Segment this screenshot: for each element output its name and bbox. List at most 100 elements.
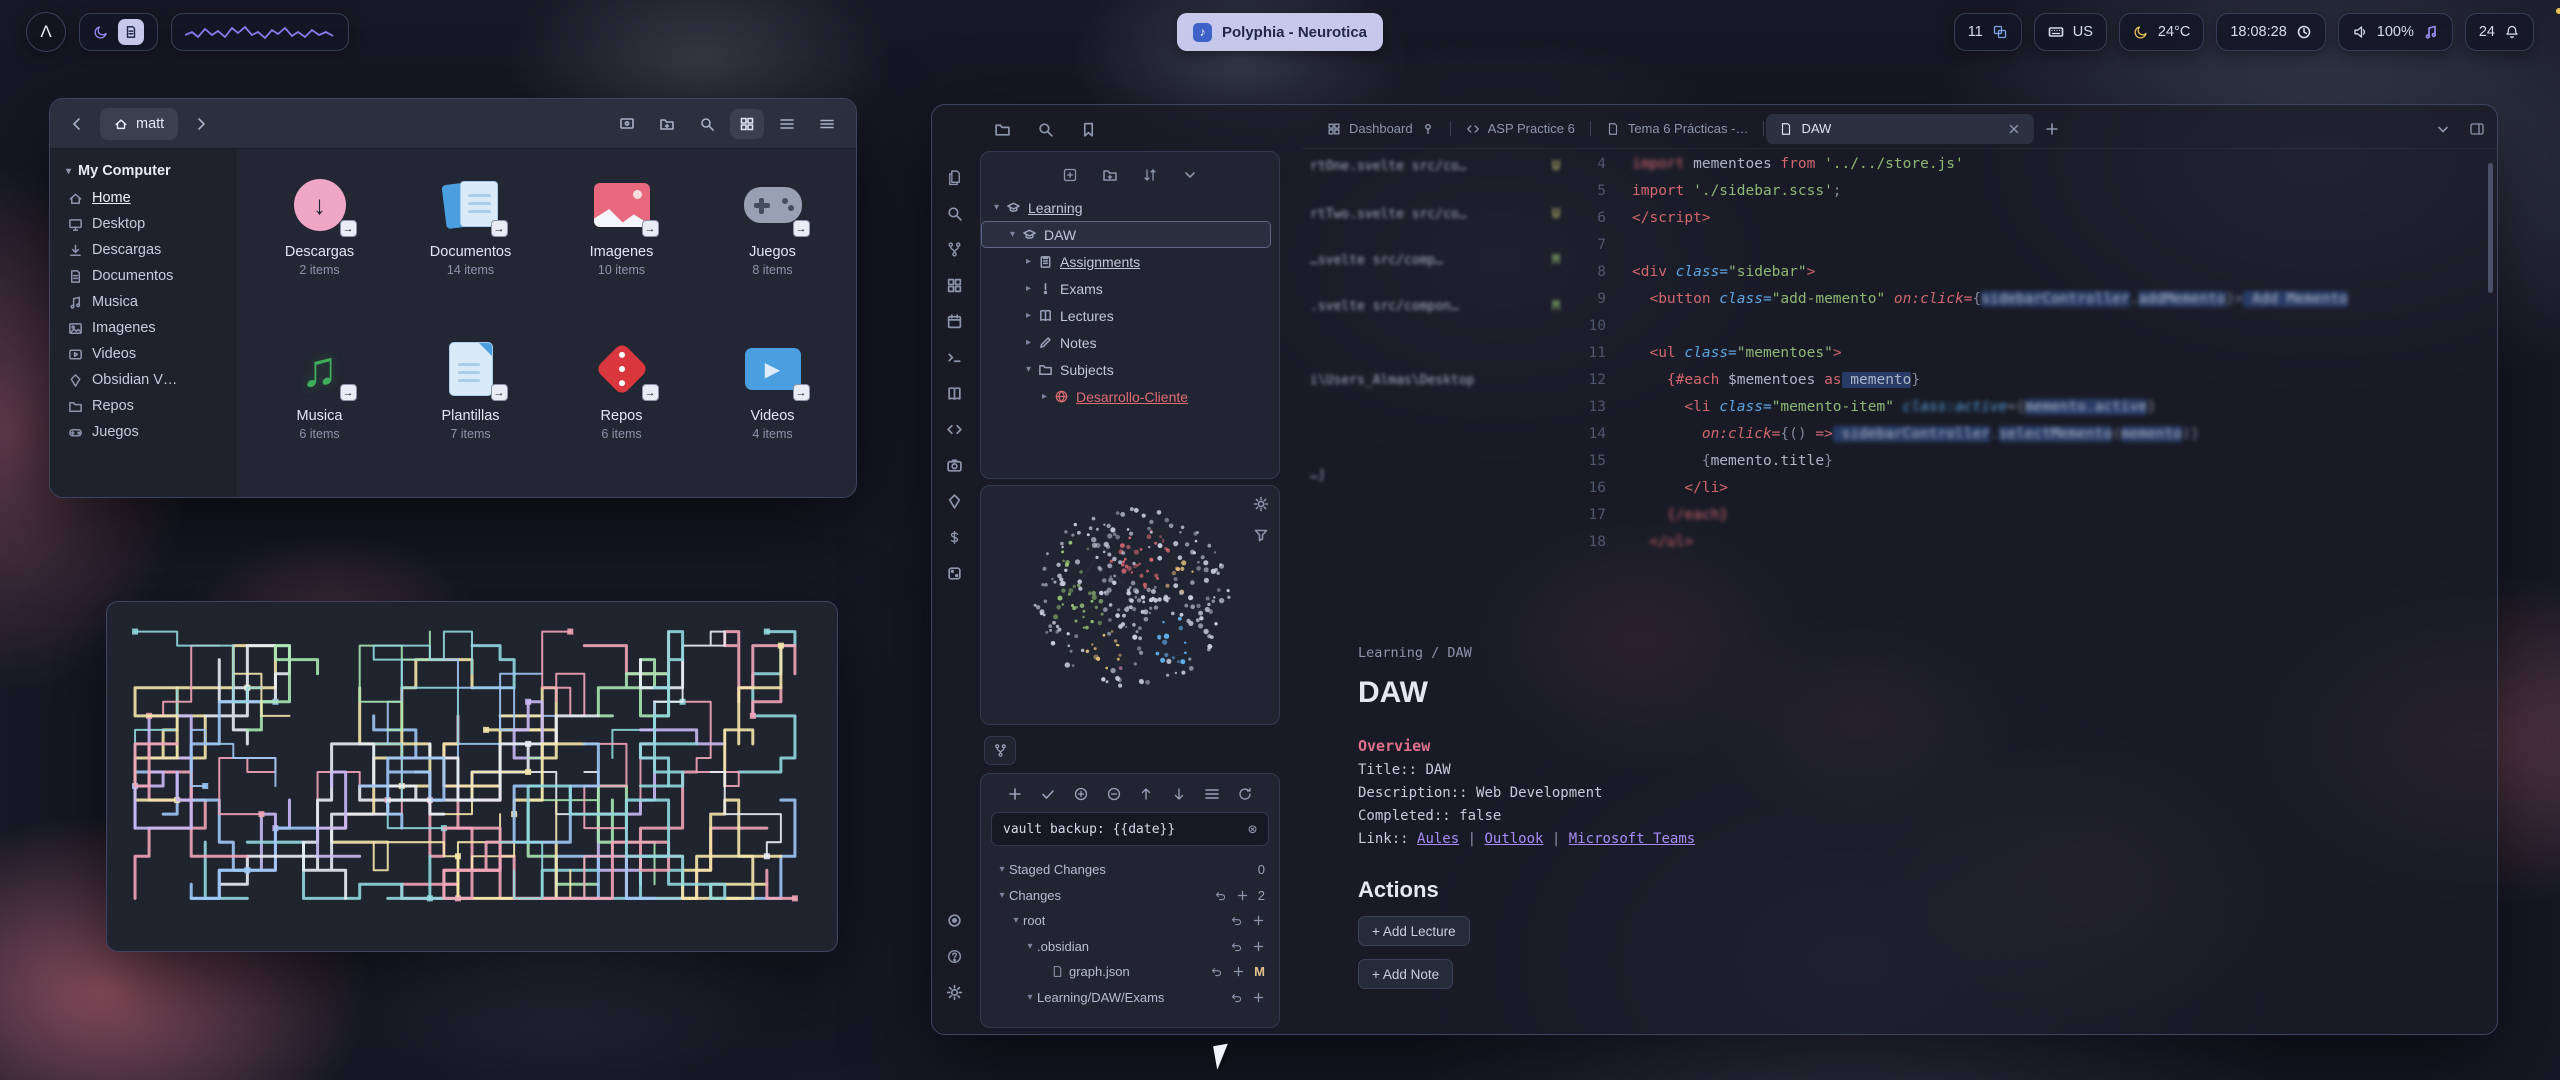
preview-button[interactable]	[610, 109, 644, 139]
list-view-button[interactable]	[770, 109, 804, 139]
now-playing-pill[interactable]: ♪ Polyphia - Neurotica	[1177, 13, 1383, 51]
git-listview-icon[interactable]	[1204, 786, 1220, 802]
link-microsoft-teams[interactable]: Microsoft Teams	[1569, 831, 1695, 847]
discard-icon[interactable]	[1230, 991, 1243, 1004]
stage-icon[interactable]	[1252, 991, 1265, 1004]
tree-item-lectures[interactable]: ▸ Lectures	[981, 302, 1271, 329]
newnote-icon[interactable]	[1062, 167, 1078, 183]
sidebar-item-imagenes[interactable]: Imagenes	[58, 315, 227, 341]
git-dn-icon[interactable]	[1171, 786, 1187, 802]
new-tab-button[interactable]	[2044, 121, 2060, 137]
folder-descargas[interactable]: ↓→ Descargas 2 items	[244, 163, 395, 327]
volume-pill[interactable]: 100%	[2338, 13, 2453, 51]
back-button[interactable]	[62, 109, 92, 139]
folderplus-icon[interactable]	[1102, 167, 1118, 183]
git-pluscirc-icon[interactable]	[1073, 786, 1089, 802]
git-row-learning-daw-exams[interactable]: ▾ Learning/DAW/Exams	[991, 985, 1269, 1011]
scrollbar[interactable]	[2488, 163, 2493, 293]
grid-icon[interactable]	[944, 275, 964, 295]
notes-shortcut-button[interactable]	[118, 19, 144, 45]
sidebar-item-juegos[interactable]: Juegos	[58, 419, 227, 445]
forward-button[interactable]	[186, 109, 216, 139]
graph-canvas[interactable]	[981, 486, 1279, 724]
camera-icon[interactable]	[944, 455, 964, 475]
folder-repos[interactable]: → Repos 6 items	[546, 327, 697, 491]
notifications-pill[interactable]: 24	[2465, 13, 2534, 51]
menu-button[interactable]	[810, 109, 844, 139]
calendar-icon[interactable]	[944, 311, 964, 331]
sidebar-item-videos[interactable]: Videos	[58, 341, 227, 367]
git-up-icon[interactable]	[1138, 786, 1154, 802]
link-outlook[interactable]: Outlook	[1484, 831, 1543, 847]
folder-imagenes[interactable]: → Imagenes 10 items	[546, 163, 697, 327]
workspaces-pill[interactable]: 11	[1954, 13, 2022, 51]
record-icon[interactable]	[944, 910, 964, 930]
tree-item-learning[interactable]: ▾ Learning	[981, 194, 1271, 221]
sort-icon[interactable]	[1142, 167, 1158, 183]
folder-musica[interactable]: ♫→ Musica 6 items	[244, 327, 395, 491]
discard-icon[interactable]	[1214, 889, 1227, 902]
git-row-changes[interactable]: ▾ Changes 2	[991, 883, 1269, 909]
tab-daw[interactable]: DAW	[1766, 114, 2034, 144]
sidebar-item-documentos[interactable]: Documentos	[58, 263, 227, 289]
search-icon[interactable]	[944, 203, 964, 223]
folder-documentos[interactable]: → Documentos 14 items	[395, 163, 546, 327]
stage-icon[interactable]	[1236, 889, 1249, 902]
add-note-button[interactable]: + Add Note	[1358, 959, 1453, 989]
launcher-button[interactable]: Λ	[26, 12, 66, 52]
dice-icon[interactable]	[944, 563, 964, 583]
sidebar-item-home[interactable]: Home	[58, 185, 227, 211]
files-icon[interactable]	[944, 167, 964, 187]
folder-plantillas[interactable]: → Plantillas 7 items	[395, 327, 546, 491]
discard-icon[interactable]	[1230, 940, 1243, 953]
folder-videos[interactable]: ▶→ Videos 4 items	[697, 327, 848, 491]
help-icon[interactable]	[944, 946, 964, 966]
note-breadcrumb[interactable]: Learning / DAW	[1358, 645, 2138, 661]
code-icon[interactable]	[944, 419, 964, 439]
book-icon[interactable]	[944, 383, 964, 403]
sidebar-header[interactable]: ▾ My Computer	[58, 157, 227, 185]
graph-settings-icon[interactable]	[1253, 496, 1269, 512]
git-row-obsidian[interactable]: ▾ .obsidian	[991, 934, 1269, 960]
activity-graph-pill[interactable]	[171, 13, 349, 51]
search-tab-icon[interactable]	[1037, 121, 1054, 138]
tab-asp-practice-6[interactable]: ASP Practice 6	[1453, 114, 1588, 144]
keyboard-layout-pill[interactable]: US	[2034, 13, 2107, 51]
stage-icon[interactable]	[1252, 914, 1265, 927]
stage-icon[interactable]	[1252, 940, 1265, 953]
tree-item-assignments[interactable]: ▸ Assignments	[981, 248, 1271, 275]
clear-icon[interactable]: ⊗	[1248, 820, 1257, 838]
discard-icon[interactable]	[1230, 914, 1243, 927]
clock-pill[interactable]: 18:08:28	[2216, 13, 2325, 51]
fork-icon[interactable]	[944, 239, 964, 259]
folder-juegos[interactable]: → Juegos 8 items	[697, 163, 848, 327]
tree-item-exams[interactable]: ▸ Exams	[981, 275, 1271, 302]
graph-filter-icon[interactable]	[1253, 527, 1269, 543]
add-lecture-button[interactable]: + Add Lecture	[1358, 916, 1470, 946]
new-folder-button[interactable]	[650, 109, 684, 139]
terminal-icon[interactable]	[944, 347, 964, 367]
git-minuscirc-icon[interactable]	[1106, 786, 1122, 802]
weather-pill[interactable]: 24°C	[2119, 13, 2204, 51]
sidebar-item-musica[interactable]: Musica	[58, 289, 227, 315]
bookmark-tab-icon[interactable]	[1080, 121, 1097, 138]
sidebar-item-desktop[interactable]: Desktop	[58, 211, 227, 237]
grid-view-button[interactable]	[730, 109, 764, 139]
git-fork-button[interactable]	[984, 736, 1016, 765]
sidebar-item-descargas[interactable]: Descargas	[58, 237, 227, 263]
tab-dashboard[interactable]: Dashboard	[1314, 114, 1448, 144]
night-mode-icon[interactable]	[93, 24, 109, 40]
dollar-icon[interactable]	[944, 527, 964, 547]
gear-icon[interactable]	[944, 982, 964, 1002]
tree-item-daw[interactable]: ▾ DAW	[981, 221, 1271, 248]
search-button[interactable]	[690, 109, 724, 139]
discard-icon[interactable]	[1210, 965, 1223, 978]
commit-message-input[interactable]: vault backup: {{date}} ⊗	[991, 812, 1269, 846]
collapse-icon[interactable]	[1182, 167, 1198, 183]
git-row-staged-changes[interactable]: ▾ Staged Changes 0	[991, 857, 1269, 883]
toggle-sidebar-icon[interactable]	[2469, 121, 2485, 137]
git-check-icon[interactable]	[1040, 786, 1056, 802]
breadcrumb[interactable]: matt	[100, 108, 178, 140]
tree-item-desarrollo-cliente[interactable]: ▸ Desarrollo-Cliente	[981, 383, 1271, 410]
tree-item-subjects[interactable]: ▾ Subjects	[981, 356, 1271, 383]
